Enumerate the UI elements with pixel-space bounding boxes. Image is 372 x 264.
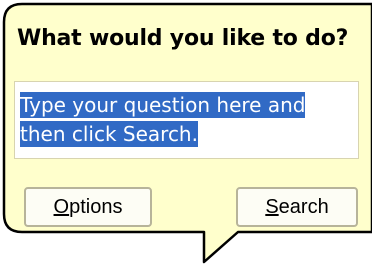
dialog-title: What would you like to do? xyxy=(17,26,349,51)
selected-text-line-1: Type your question here and xyxy=(20,92,306,118)
question-input-text[interactable]: Type your question here and then click S… xyxy=(20,91,358,149)
options-button[interactable]: Options xyxy=(24,187,152,227)
search-button[interactable]: Search xyxy=(236,187,358,227)
search-label-rest: earch xyxy=(278,196,329,218)
options-mnemonic: O xyxy=(53,196,70,218)
search-mnemonic: S xyxy=(265,196,279,218)
selected-text-line-2: then click Search. xyxy=(20,121,198,147)
assistant-balloon: What would you like to do? Type your que… xyxy=(0,0,372,264)
question-input[interactable]: Type your question here and then click S… xyxy=(14,81,359,159)
options-label-rest: ptions xyxy=(69,196,123,218)
